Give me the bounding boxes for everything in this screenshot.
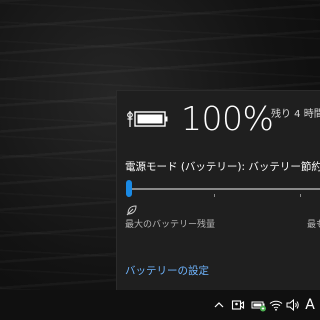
power-mode-title: 電源モード (バッテリー): バッテリー節約機能 [125,161,320,173]
battery-time-remaining: 残り 4 時間 [271,109,320,120]
slider-label-best-performance: 最も [307,220,320,230]
wifi-icon[interactable] [268,290,284,320]
battery-flyout: 100% 残り 4 時間 電源モード (バッテリー): バッテリー節約機能 最大… [116,90,320,291]
ime-mode-indicator[interactable]: A [302,290,318,320]
power-mode-slider-thumb[interactable] [126,180,132,197]
battery-settings-link[interactable]: バッテリーの設定 [125,263,209,278]
volume-icon[interactable] [285,290,301,320]
meet-now-icon[interactable] [229,290,247,320]
battery-charging-icon[interactable] [250,290,268,320]
slider-tick [300,194,301,197]
battery-full-icon [127,109,169,133]
power-mode-slider-track[interactable] [129,188,320,190]
chevron-up-icon[interactable] [211,290,227,320]
battery-percentage: 100% [181,99,274,138]
taskbar: A [0,290,320,320]
slider-label-best-battery: 最大のバッテリー残量 [125,220,216,230]
slider-tick [214,194,215,197]
